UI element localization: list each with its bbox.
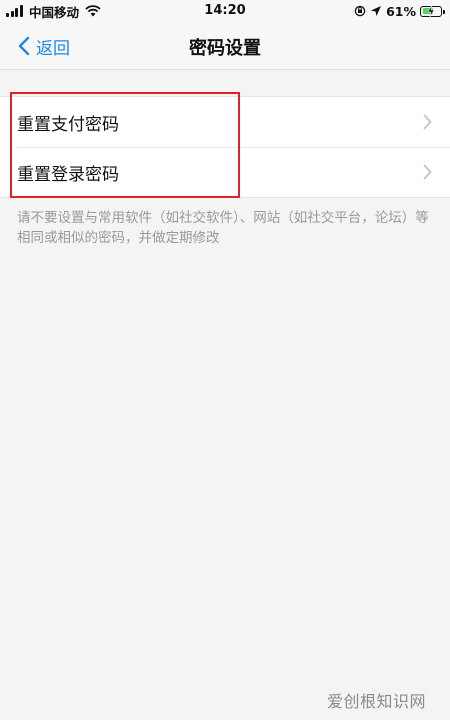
- status-right: 61%: [354, 3, 445, 19]
- battery-cap: [443, 9, 445, 14]
- chevron-right-icon: [423, 164, 432, 180]
- watermark: 爱创根知识网: [326, 692, 426, 711]
- nav-bar: 返回 密码设置: [0, 22, 450, 70]
- chevron-right-icon: [423, 114, 432, 130]
- reset-payment-password-item[interactable]: 重置支付密码: [0, 97, 450, 147]
- password-hint-text: 请不要设置与常用软件（如社交软件）、网站（如社交平台，论坛）等相同或相似的密码，…: [17, 210, 429, 246]
- charging-bolt-icon: [427, 4, 435, 17]
- list-item-label: 重置登录密码: [17, 164, 119, 185]
- orientation-lock-icon: [354, 5, 366, 17]
- list-item-label: 重置支付密码: [17, 114, 119, 135]
- location-icon: [371, 6, 382, 16]
- page-title: 密码设置: [189, 38, 261, 59]
- battery-percent: 61%: [386, 3, 416, 19]
- password-settings-list: 重置支付密码 重置登录密码: [0, 96, 450, 198]
- status-bar: 中国移动 14:20 61%: [0, 0, 450, 22]
- reset-login-password-item[interactable]: 重置登录密码: [0, 147, 450, 197]
- battery-icon: [420, 4, 445, 17]
